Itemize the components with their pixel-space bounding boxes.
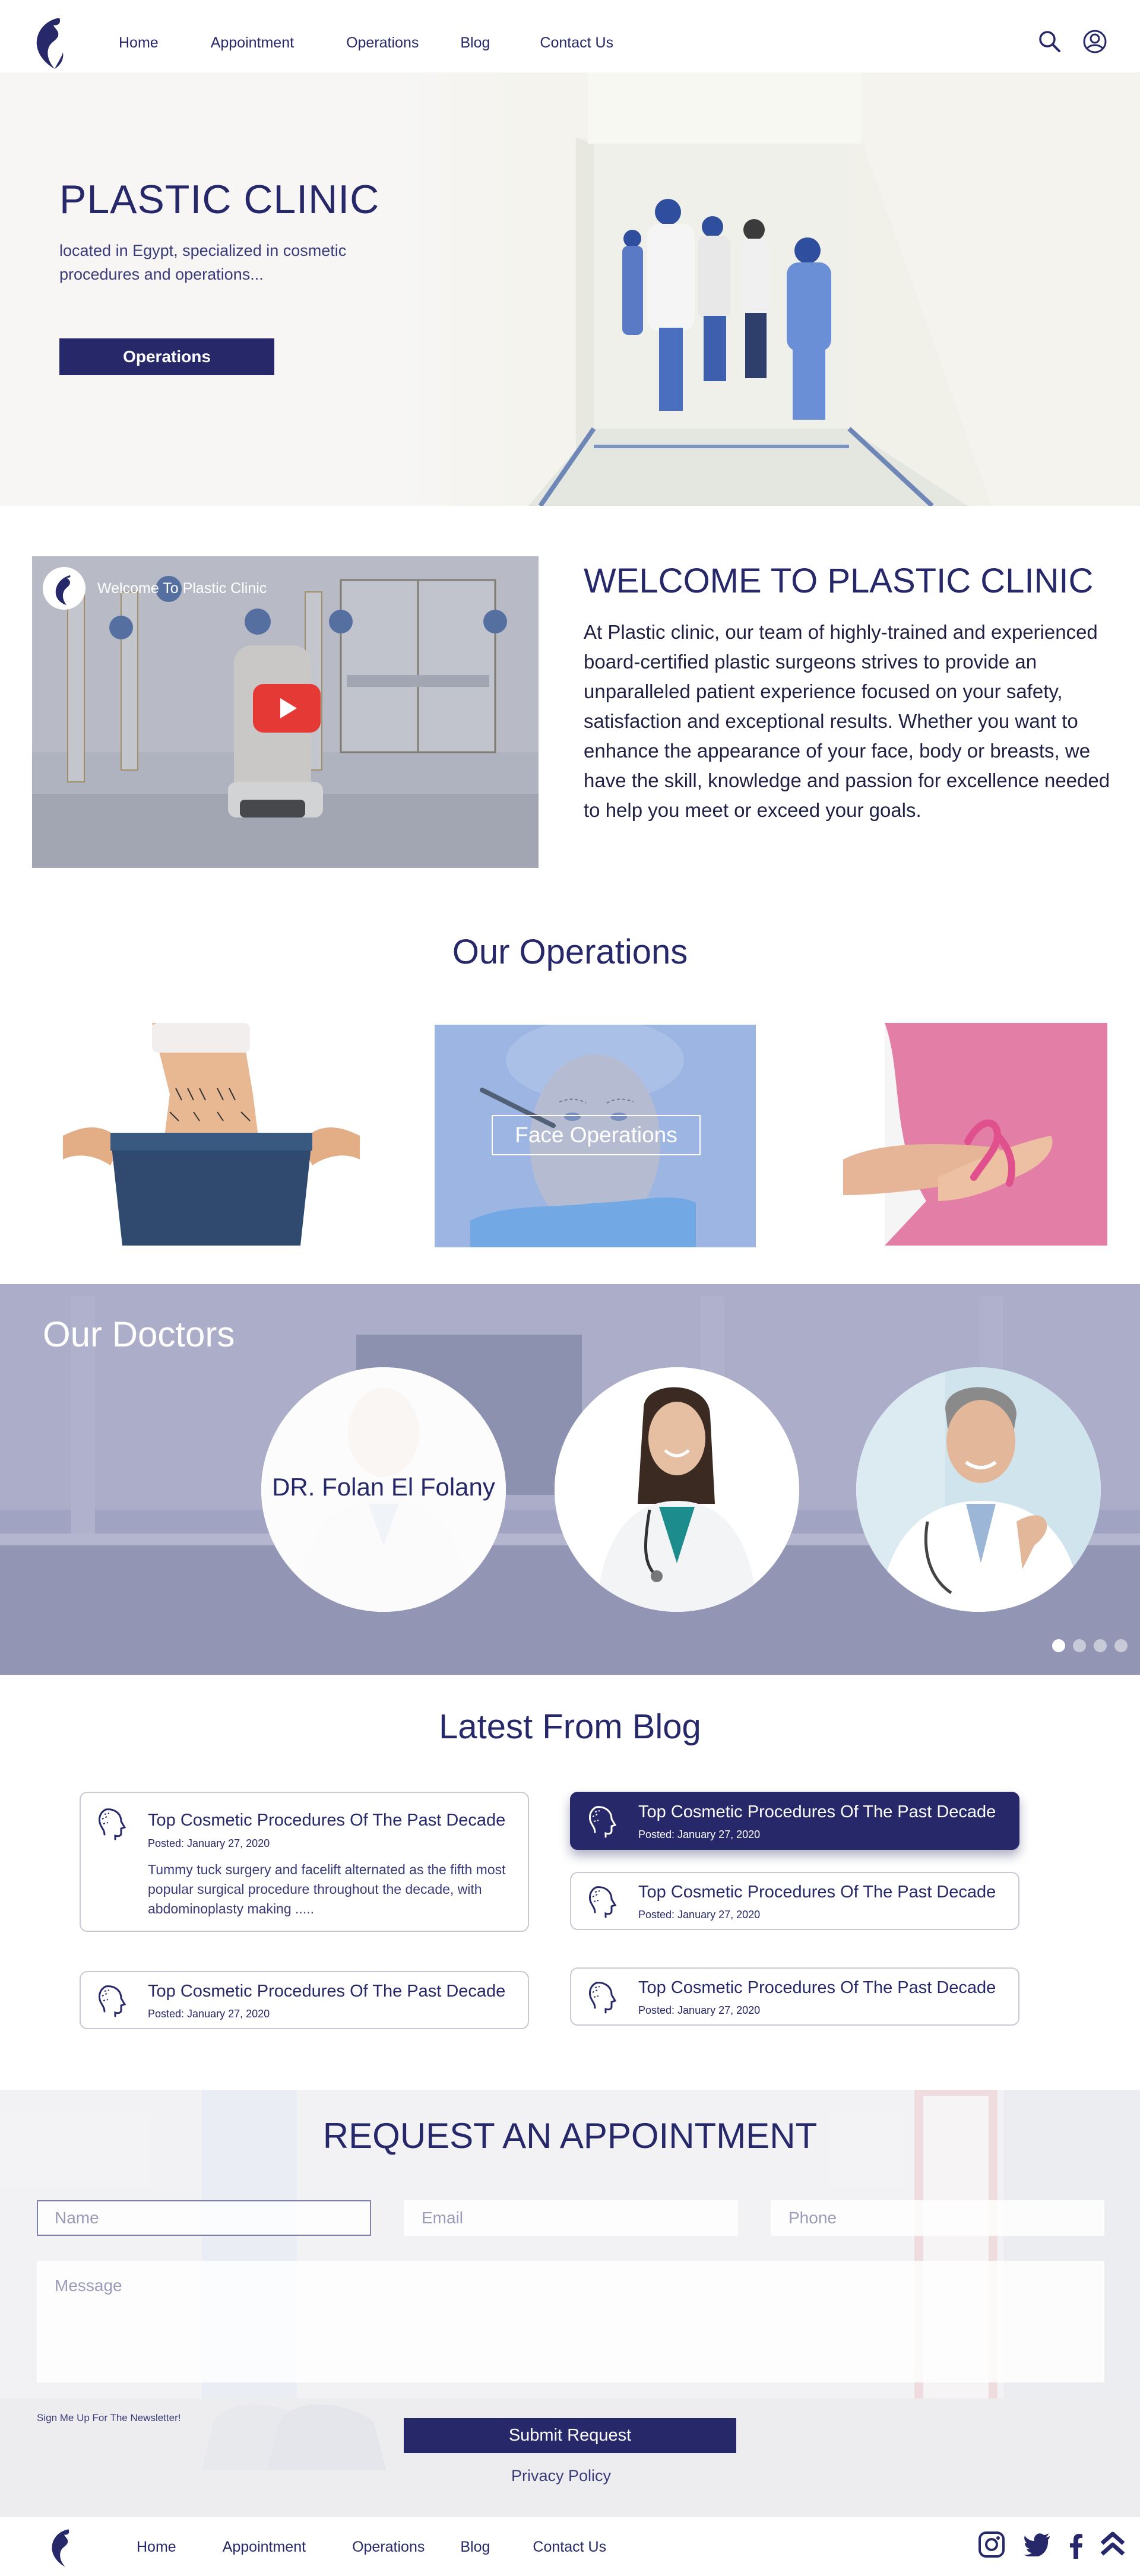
doctor-portrait-2 [555,1367,799,1612]
name-input[interactable] [37,2200,371,2236]
video-title: Welcome To Plastic Clinic [97,580,267,597]
hero-title: PLASTIC CLINIC [59,177,380,222]
appointment-title: REQUEST AN APPOINTMENT [322,2116,818,2156]
play-button-icon[interactable] [253,684,321,733]
blog-post-date: Posted: January 27, 2020 [638,1829,761,1840]
blog-post-title[interactable]: Top Cosmetic Procedures Of The Past Deca… [638,1802,996,1822]
pink-ribbon-image [819,1023,1107,1246]
hero-subtitle: located in Egypt, specialized in cosmeti… [59,242,347,283]
instagram-icon[interactable] [977,2530,1006,2559]
doctors-section: Our Doctors DR. Folan El Folany [0,1284,1140,1675]
doctor-name: DR. Folan El Folany [272,1473,495,1501]
nav-appointment[interactable]: Appointment [211,34,294,52]
blog-post-date: Posted: January 27, 2020 [148,1837,270,1849]
carousel-dot-3[interactable] [1094,1639,1107,1652]
twitter-icon[interactable] [1024,2533,1051,2556]
face-profile-icon [99,1985,126,2017]
blog-post-title[interactable]: Top Cosmetic Procedures Of The Past Deca… [638,1978,996,1998]
blog-post-title[interactable]: Top Cosmetic Procedures Of The Past Deca… [148,1982,505,2001]
email-input[interactable] [404,2200,738,2236]
footer-nav-appointment[interactable]: Appointment [223,2539,306,2556]
blog-post-date: Posted: January 27, 2020 [638,1909,761,1921]
blog-post-card[interactable]: Top Cosmetic Procedures Of The Past Deca… [570,1967,1019,2026]
footer-menu: Home Appointment Operations Blog Contact… [137,2539,606,2556]
face-profile-icon [589,1982,617,2014]
blog-post-date: Posted: January 27, 2020 [148,2008,270,2020]
footer-nav-operations[interactable]: Operations [352,2539,425,2556]
video-channel-avatar [43,567,86,610]
nav-blog[interactable]: Blog [460,34,490,52]
operations-button[interactable]: Operations [59,338,274,375]
blog-post-card[interactable]: Top Cosmetic Procedures Of The Past Deca… [570,1872,1019,1930]
face-operations-card[interactable]: Face Operations [435,1025,756,1247]
blog-post-title[interactable]: Top Cosmetic Procedures Of The Past Deca… [638,1883,996,1902]
footer-nav-home[interactable]: Home [137,2539,176,2556]
phone-input[interactable] [771,2200,1104,2236]
doctor-card-featured[interactable]: DR. Folan El Folany [261,1367,506,1612]
search-icon[interactable] [1037,28,1063,55]
carousel-dot-2[interactable] [1073,1639,1086,1652]
nav-operations[interactable]: Operations [346,34,419,52]
doctor-portrait-3 [856,1367,1101,1612]
message-textarea[interactable] [37,2261,1104,2382]
body-contouring-image [63,1023,360,1246]
blog-post-card-active[interactable]: Top Cosmetic Procedures Of The Past Deca… [570,1792,1019,1850]
page: Home Appointment Operations Blog Contact… [0,0,1140,2576]
operations-title: Our Operations [452,933,688,971]
welcome-text: At Plastic clinic, our team of highly-tr… [584,621,1110,821]
privacy-policy-link[interactable]: Privacy Policy [0,2467,1122,2485]
welcome-title: WELCOME TO PLASTIC CLINIC [584,562,1094,600]
blog-post-excerpt: Tummy tuck surgery and facelift alternat… [148,1862,506,1916]
hero-section: PLASTIC CLINIC located in Egypt, special… [0,72,1140,506]
blog-post-card[interactable]: Top Cosmetic Procedures Of The Past Deca… [80,1792,529,1932]
submit-request-button[interactable]: Submit Request [404,2418,736,2453]
carousel-dots [1052,1639,1128,1652]
scroll-top-icon[interactable] [1100,2530,1126,2559]
nav-home[interactable]: Home [119,34,159,52]
appointment-section: REQUEST AN APPOINTMENT Sign Me Up For Th… [0,2090,1140,2517]
doctor-card-2[interactable] [555,1367,799,1612]
face-profile-icon [589,1886,617,1918]
body-operations-card[interactable] [63,1023,360,1246]
face-profile-icon [589,1806,617,1838]
main-menu: Home Appointment Operations Blog Contact… [119,34,613,52]
blog-post-card[interactable]: Top Cosmetic Procedures Of The Past Deca… [80,1971,529,2029]
blog-post-date: Posted: January 27, 2020 [638,2004,761,2016]
footer-logo-icon[interactable] [48,2527,75,2569]
doctor-card-3[interactable] [856,1367,1101,1612]
clinic-logo-icon[interactable] [31,14,68,72]
footer: Home Appointment Operations Blog Contact… [0,2517,1140,2576]
breast-operations-card[interactable] [819,1023,1107,1246]
footer-nav-contact-us[interactable]: Contact Us [533,2539,606,2556]
nav-contact-us[interactable]: Contact Us [540,34,613,52]
carousel-dot-1[interactable] [1052,1639,1065,1652]
user-account-icon[interactable] [1082,28,1108,55]
blog-title: Latest From Blog [439,1707,701,1746]
video-player[interactable]: Welcome To Plastic Clinic [32,556,539,868]
blog-post-title[interactable]: Top Cosmetic Procedures Of The Past Deca… [148,1811,505,1830]
footer-nav-blog[interactable]: Blog [460,2539,490,2556]
top-navigation: Home Appointment Operations Blog Contact… [0,0,1140,72]
newsletter-signup-link[interactable]: Sign Me Up For The Newsletter! [37,2412,181,2424]
doctors-title: Our Doctors [43,1314,235,1354]
hero-fade-overlay [374,72,528,506]
face-profile-icon [99,1808,126,1840]
carousel-dot-4[interactable] [1114,1639,1128,1652]
facebook-icon[interactable] [1069,2533,1083,2559]
face-operations-label: Face Operations [492,1115,701,1155]
